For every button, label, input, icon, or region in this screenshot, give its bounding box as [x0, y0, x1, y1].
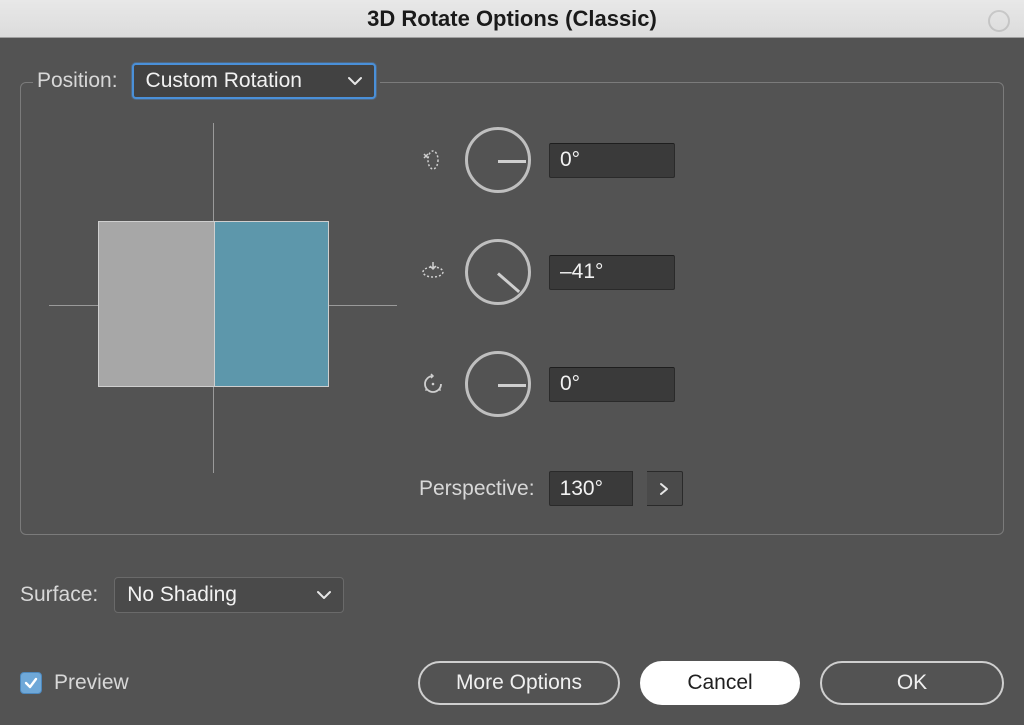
- rotate-x-icon: [419, 148, 447, 172]
- axis-z-row: [419, 351, 683, 417]
- axis-y-dial[interactable]: [465, 239, 531, 305]
- dial-needle: [498, 160, 526, 163]
- chevron-down-icon: [348, 76, 362, 86]
- dial-needle: [498, 384, 526, 387]
- surface-label: Surface:: [20, 583, 98, 607]
- surface-row: Surface: No Shading: [20, 577, 1004, 613]
- axis-x-input[interactable]: [549, 143, 675, 178]
- rotate-y-icon: [419, 260, 447, 284]
- preview-checkbox-wrap[interactable]: Preview: [20, 671, 129, 695]
- axis-z-dial[interactable]: [465, 351, 531, 417]
- axis-x-row: [419, 127, 683, 193]
- cube-face-left: [99, 222, 215, 386]
- axis-z-input[interactable]: [549, 367, 675, 402]
- dialog-bottom-bar: Preview More Options Cancel OK: [20, 661, 1004, 705]
- axis-y-row: [419, 239, 683, 305]
- ok-button[interactable]: OK: [820, 661, 1004, 705]
- cube-face-right: [215, 222, 328, 386]
- surface-select-value: No Shading: [127, 583, 237, 607]
- position-label: Position:: [37, 69, 118, 93]
- dial-needle: [497, 272, 520, 293]
- axis-controls: Perspective:: [419, 113, 683, 506]
- position-select-value: Custom Rotation: [146, 69, 302, 93]
- perspective-label: Perspective:: [419, 477, 535, 501]
- more-options-button[interactable]: More Options: [418, 661, 620, 705]
- dialog-body: Position: Custom Rotation: [0, 38, 1024, 725]
- position-legend: Position: Custom Rotation: [33, 63, 380, 99]
- perspective-row: Perspective:: [419, 471, 683, 506]
- rotation-group: Position: Custom Rotation: [20, 82, 1004, 535]
- dialog-titlebar: 3D Rotate Options (Classic): [0, 0, 1024, 38]
- axis-y-input[interactable]: [549, 255, 675, 290]
- preview-label: Preview: [54, 671, 129, 695]
- perspective-stepper[interactable]: [647, 471, 683, 506]
- dialog-title: 3D Rotate Options (Classic): [367, 6, 657, 32]
- rotate-z-icon: [419, 372, 447, 396]
- cancel-button[interactable]: Cancel: [640, 661, 800, 705]
- surface-select[interactable]: No Shading: [114, 577, 344, 613]
- preview-checkbox[interactable]: [20, 672, 42, 694]
- rotation-trackball[interactable]: [49, 123, 379, 473]
- position-select[interactable]: Custom Rotation: [132, 63, 376, 99]
- trackball-cube: [98, 221, 329, 387]
- axis-x-dial[interactable]: [465, 127, 531, 193]
- perspective-input[interactable]: [549, 471, 633, 506]
- chevron-down-icon: [317, 590, 331, 600]
